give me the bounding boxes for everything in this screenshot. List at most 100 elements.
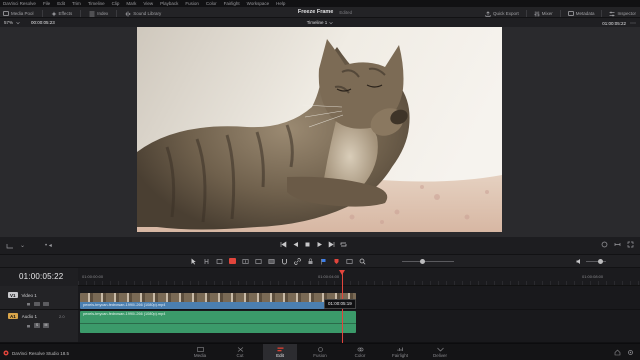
menu-playback[interactable]: Playback [160, 1, 178, 6]
menu-fairlight[interactable]: Fairlight [224, 1, 240, 6]
ruler-label: 01:00:08:00 [582, 274, 604, 279]
zoom-level[interactable]: 57% [4, 20, 13, 25]
track-name-v1: Video 1 [21, 292, 37, 298]
marker-icon[interactable] [333, 258, 340, 264]
volume-slider[interactable] [586, 259, 606, 264]
stop-icon[interactable] [304, 241, 311, 248]
ruler-label: 01:00:00:00 [82, 274, 104, 279]
snapping-icon[interactable] [281, 258, 288, 265]
gear-icon[interactable] [627, 349, 634, 356]
play-icon[interactable] [316, 241, 323, 248]
home-icon[interactable] [614, 349, 621, 356]
detail-zoom-icon[interactable] [359, 258, 366, 265]
menu-fusion[interactable]: Fusion [185, 1, 199, 6]
track-lane-video-1: pexels-tmycan-fedrowan-1990/-266 (1080p)… [78, 286, 640, 310]
inspector-button[interactable]: Inspector [609, 11, 636, 17]
auto-select-icon[interactable] [34, 301, 40, 306]
menu-davinci-resolve[interactable]: DaVinci Resolve [3, 1, 36, 6]
zoom-slider-handle[interactable] [420, 259, 425, 264]
selection-tool-icon[interactable] [190, 258, 197, 265]
flag-icon[interactable] [320, 258, 327, 265]
playhead-handle[interactable] [339, 270, 345, 275]
zoom-slider[interactable] [402, 259, 454, 264]
track-enable-icon[interactable] [43, 301, 49, 306]
volume-slider-handle[interactable] [598, 259, 603, 264]
top-toolbar: Media Pool Effects Index Sound Library F… [0, 7, 640, 18]
lock-track-icon[interactable] [26, 323, 31, 328]
menu-mark[interactable]: Mark [126, 1, 136, 6]
menu-clip[interactable]: Clip [112, 1, 120, 6]
full-extent-zoom-icon[interactable] [346, 258, 353, 264]
menu-workspace[interactable]: Workspace [247, 1, 269, 6]
page-color[interactable]: Color [343, 344, 377, 360]
chevron-down-icon[interactable] [16, 21, 20, 25]
track-name-a1: Audio 1 [21, 313, 38, 319]
track-header-audio-1[interactable]: A1 Audio 1 2.0 S M [0, 310, 78, 343]
video-clip-thumbnails [80, 293, 356, 302]
page-deliver[interactable]: Deliver [423, 344, 457, 360]
track-header-video-1[interactable]: V1 Video 1 [0, 286, 78, 310]
lock-track-icon[interactable] [26, 301, 31, 306]
position-lock-icon[interactable] [307, 258, 314, 264]
sound-library-button[interactable]: Sound Library [125, 11, 161, 17]
quick-export-button[interactable]: Quick Export [485, 10, 519, 17]
menu-trim[interactable]: Trim [72, 1, 81, 6]
solo-button[interactable]: S [34, 323, 40, 328]
insert-clip-icon[interactable] [242, 258, 249, 264]
menu-color[interactable]: Color [206, 1, 217, 6]
menu-file[interactable]: File [43, 1, 50, 6]
ruler-label: 01:00:04:00 [318, 274, 340, 279]
cut-page-icon [237, 347, 244, 352]
viewer-layout-icon[interactable] [6, 243, 14, 249]
mixer-button[interactable]: Mixer [534, 11, 553, 17]
loop-icon[interactable] [340, 241, 347, 248]
volume-icon[interactable] [576, 258, 583, 265]
play-reverse-icon[interactable] [292, 241, 299, 248]
replace-clip-icon[interactable] [268, 258, 275, 264]
metadata-button[interactable]: Metadata [567, 11, 594, 16]
in-out-icon[interactable] [614, 241, 621, 248]
color-page-icon [357, 347, 364, 352]
skip-to-start-icon[interactable] [280, 241, 287, 248]
inspector-icon [609, 11, 615, 17]
audio-channel-format: 2.0 [59, 313, 65, 319]
blade-tool-icon[interactable] [229, 258, 236, 264]
viewer-options-icon[interactable]: ⌄ [20, 243, 25, 249]
chevron-down-icon[interactable] [329, 21, 334, 25]
timeline-ruler[interactable]: 01:00:00:00 01:00:04:00 01:00:08:00 [78, 268, 640, 286]
effects-button[interactable]: Effects [51, 11, 72, 17]
audio-clip-label: pexels-tmycan-fedrowan-1990/-266 (1080p)… [83, 312, 166, 316]
match-frame-icon[interactable] [601, 241, 608, 248]
page-cut[interactable]: Cut [223, 344, 257, 360]
mute-button[interactable]: M [43, 323, 49, 328]
timeline-name[interactable]: Timeline 1 [307, 20, 328, 25]
linked-selection-icon[interactable] [294, 258, 301, 265]
media-pool-icon [3, 11, 9, 16]
project-status: Edited [339, 9, 353, 15]
skip-to-end-icon[interactable] [328, 241, 335, 248]
effects-icon [51, 11, 57, 17]
more-options-icon[interactable]: • ◂ [45, 243, 52, 249]
toolbar-divider [116, 10, 118, 17]
page-fusion[interactable]: Fusion [303, 344, 337, 360]
menu-timeline[interactable]: Timeline [88, 1, 105, 6]
toolbar-divider [41, 10, 43, 17]
index-button[interactable]: Index [89, 11, 108, 17]
menu-edit[interactable]: Edit [57, 1, 65, 6]
media-pool-button[interactable]: Media Pool [3, 11, 34, 16]
index-icon [89, 11, 95, 17]
dynamic-trim-icon[interactable] [216, 258, 223, 264]
toolbar-divider [80, 10, 82, 17]
page-media[interactable]: Media [183, 344, 217, 360]
menu-view[interactable]: View [143, 1, 153, 6]
video-clip[interactable]: pexels-tmycan-fedrowan-1990/-266 (1080p)… [80, 293, 356, 309]
menu-help[interactable]: Help [276, 1, 285, 6]
video-clip-label: pexels-tmycan-fedrowan-1990/-266 (1080p)… [83, 303, 166, 307]
trim-tool-icon[interactable] [203, 258, 210, 264]
fullscreen-icon[interactable] [627, 241, 634, 248]
page-fairlight[interactable]: Fairlight [383, 344, 417, 360]
more-options-icon[interactable]: ⋯ [630, 20, 636, 27]
audio-clip[interactable]: pexels-tmycan-fedrowan-1990/-266 (1080p)… [80, 311, 356, 333]
overwrite-clip-icon[interactable] [255, 258, 262, 264]
page-edit[interactable]: Edit [263, 344, 297, 360]
